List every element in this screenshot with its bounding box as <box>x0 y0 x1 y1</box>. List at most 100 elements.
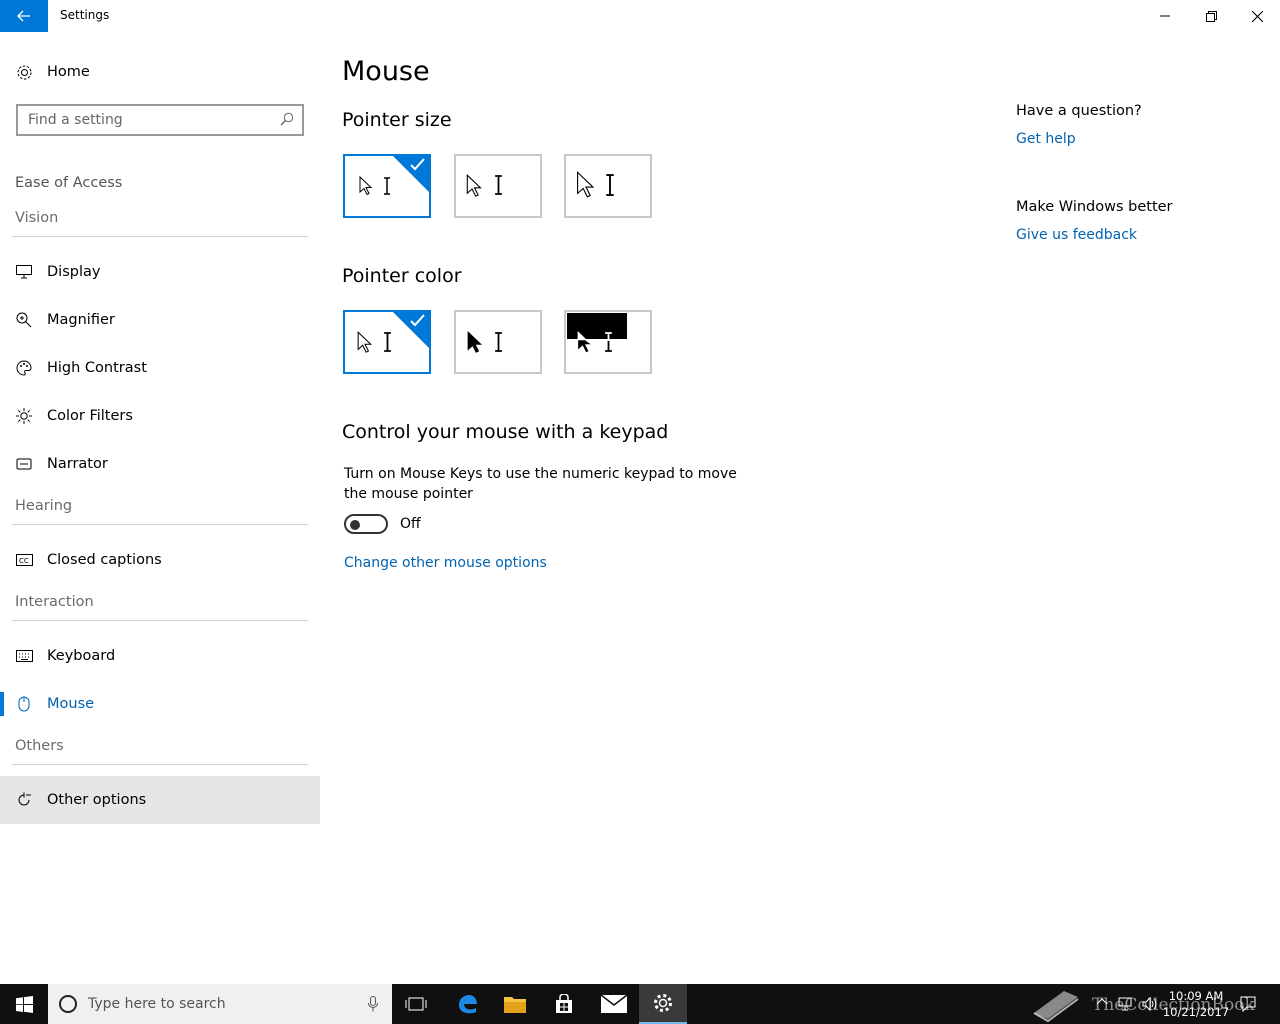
sidebar-item-high-contrast[interactable]: High Contrast <box>0 344 320 392</box>
system-clock[interactable]: 10:09 AM 10/21/2017 <box>1160 988 1232 1020</box>
taskbar-search-input[interactable] <box>88 996 348 1012</box>
group-label-others: Others <box>15 738 64 754</box>
sidebar-item-magnifier[interactable]: Magnifier <box>0 296 320 344</box>
taskbar-search-box[interactable] <box>48 984 392 1024</box>
window-title: Settings <box>60 8 110 22</box>
taskbar-app-file-explorer[interactable] <box>491 984 539 1024</box>
windows-logo-icon <box>15 995 33 1013</box>
sidebar-item-label: High Contrast <box>47 360 147 376</box>
sidebar-item-color-filters[interactable]: Color Filters <box>0 392 320 440</box>
keypad-heading: Control your mouse with a keypad <box>342 421 669 443</box>
inverted-sample-block <box>567 313 627 339</box>
sun-icon <box>15 407 33 425</box>
pointer-size-option-small[interactable] <box>343 154 431 218</box>
checkmark-icon <box>410 158 425 171</box>
sidebar-item-display[interactable]: Display <box>0 248 320 296</box>
pointer-size-option-medium[interactable] <box>454 154 542 218</box>
microphone-icon[interactable] <box>368 996 378 1012</box>
back-button[interactable] <box>0 0 48 32</box>
sidebar: Home Ease of Access Vision Display Magni… <box>0 32 320 984</box>
minimize-button[interactable] <box>1142 0 1188 32</box>
text-cursor-icon <box>606 174 614 196</box>
cortana-icon <box>59 995 77 1013</box>
text-cursor-icon <box>495 332 502 352</box>
page-title: Mouse <box>342 56 430 87</box>
give-feedback-link[interactable]: Give us feedback <box>1016 227 1137 243</box>
pointer-color-option-white[interactable] <box>343 310 431 374</box>
pointer-color-option-inverted[interactable] <box>564 310 652 374</box>
folder-icon <box>504 997 526 1013</box>
pointer-arrow-icon <box>467 331 482 353</box>
pointer-color-heading: Pointer color <box>342 265 462 287</box>
search-icon[interactable] <box>280 112 294 126</box>
taskbar: TheCollectionBook 10:09 AM 10/21/2017 <box>0 984 1280 1024</box>
sidebar-item-label: Color Filters <box>47 408 133 424</box>
divider <box>12 524 308 525</box>
get-help-link[interactable]: Get help <box>1016 131 1076 147</box>
sidebar-item-narrator[interactable]: Narrator <box>0 440 320 488</box>
sidebar-item-label: Magnifier <box>47 312 115 328</box>
pointer-color-option-black[interactable] <box>454 310 542 374</box>
toggle-knob <box>350 520 360 530</box>
narrator-icon <box>15 455 33 473</box>
pointer-arrow-icon <box>577 171 595 198</box>
task-view-button[interactable] <box>392 984 440 1024</box>
change-mouse-options-link[interactable]: Change other mouse options <box>344 555 547 571</box>
main-content: Mouse Pointer size Pointer color Control… <box>320 32 980 984</box>
divider <box>12 764 308 765</box>
taskbar-app-mail[interactable] <box>590 984 638 1024</box>
settings-gear-icon <box>654 994 672 1012</box>
volume-icon[interactable] <box>1142 996 1158 1012</box>
sidebar-item-mouse[interactable]: Mouse <box>0 680 320 728</box>
sidebar-item-other-options[interactable]: Other options <box>0 776 320 824</box>
pointer-size-heading: Pointer size <box>342 109 452 131</box>
close-button[interactable] <box>1234 0 1280 32</box>
network-icon[interactable] <box>1118 996 1134 1012</box>
mail-icon <box>601 995 627 1013</box>
taskbar-app-edge[interactable] <box>443 984 491 1024</box>
restore-icon <box>1205 10 1217 22</box>
svg-text:CC: CC <box>19 557 29 565</box>
sidebar-item-closed-captions[interactable]: CC Closed captions <box>0 536 320 584</box>
taskbar-app-settings[interactable] <box>639 984 687 1024</box>
show-hidden-icons-chevron-icon[interactable] <box>1096 997 1108 1005</box>
pointer-arrow-icon <box>359 176 373 196</box>
back-arrow-icon <box>17 10 30 22</box>
edge-browser-icon <box>459 995 477 1014</box>
divider <box>12 620 308 621</box>
minimize-icon <box>1160 15 1170 17</box>
close-icon <box>1251 10 1263 22</box>
action-center-icon[interactable] <box>1240 996 1256 1012</box>
pointer-size-option-large[interactable] <box>564 154 652 218</box>
group-label-interaction: Interaction <box>15 594 94 610</box>
pointer-arrow-icon <box>577 331 592 353</box>
sidebar-item-home[interactable]: Home <box>0 48 320 96</box>
checkmark-icon <box>410 314 425 327</box>
question-heading: Have a question? <box>1016 103 1142 119</box>
sidebar-item-label: Narrator <box>47 456 108 472</box>
pointer-arrow-icon <box>466 174 482 197</box>
sidebar-item-keyboard[interactable]: Keyboard <box>0 632 320 680</box>
taskbar-app-store[interactable] <box>540 984 588 1024</box>
text-cursor-icon <box>384 177 390 195</box>
clock-date: 10/21/2017 <box>1162 1005 1230 1019</box>
sidebar-item-label: Home <box>47 64 90 80</box>
mouse-keys-toggle[interactable] <box>344 514 388 534</box>
sidebar-item-label: Mouse <box>47 696 95 712</box>
magnifier-icon <box>15 311 33 329</box>
category-label: Ease of Access <box>15 175 123 191</box>
restore-button[interactable] <box>1188 0 1234 32</box>
feedback-heading: Make Windows better <box>1016 199 1173 215</box>
monitor-icon <box>15 263 33 281</box>
sidebar-item-label: Other options <box>47 792 147 808</box>
task-view-icon <box>405 997 427 1011</box>
divider <box>12 236 308 237</box>
start-button[interactable] <box>0 984 48 1024</box>
group-label-vision: Vision <box>15 210 59 226</box>
settings-search-box[interactable] <box>16 104 304 136</box>
other-options-icon <box>15 791 33 809</box>
text-cursor-icon <box>495 175 502 195</box>
search-input[interactable] <box>18 112 268 128</box>
palette-icon <box>15 359 33 377</box>
sidebar-item-label: Closed captions <box>47 552 162 568</box>
